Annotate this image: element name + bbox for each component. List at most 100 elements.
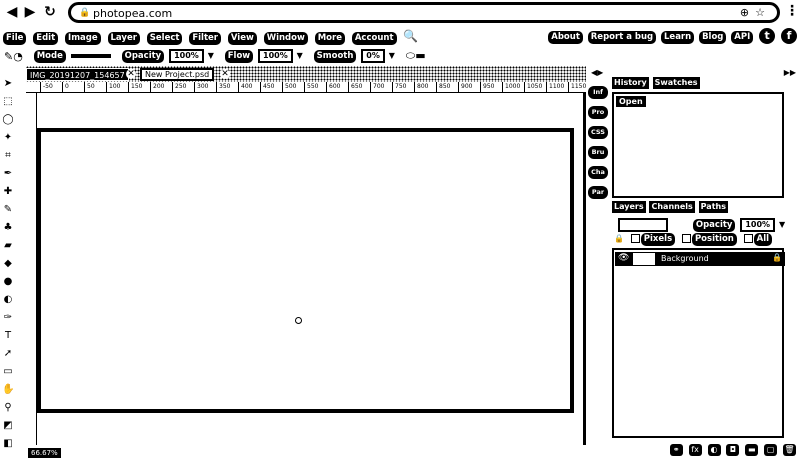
tab-channels[interactable]: Channels	[649, 201, 695, 213]
tab-new-project[interactable]: New Project.psd	[140, 68, 215, 81]
pen-tool-icon[interactable]: ✑	[2, 312, 14, 324]
lock-pixels-checkbox[interactable]	[630, 234, 640, 243]
clone-stamp-tool-icon[interactable]: ♣	[2, 222, 14, 234]
mini-panels: ◀▶ Inf Pro CSS Bru Cha Par	[586, 66, 612, 461]
menu-about[interactable]: About	[548, 30, 583, 44]
flow-input[interactable]: 100%	[258, 49, 293, 63]
lasso-tool-icon[interactable]: ◯	[2, 114, 14, 126]
tab-swatches[interactable]: Swatches	[652, 77, 700, 89]
menu-window[interactable]: Window	[263, 32, 308, 45]
menu-filter[interactable]: Filter	[189, 32, 221, 45]
pressure-toggle-icon[interactable]: ⬭▬	[406, 49, 426, 63]
search-icon[interactable]: 🔍	[403, 29, 418, 43]
layer-opacity-input[interactable]: 100%	[740, 218, 776, 232]
brush-panel-button[interactable]: Bru	[588, 146, 608, 159]
type-tool-icon[interactable]: T	[2, 330, 14, 342]
ruler-tick-label: 600	[326, 82, 340, 92]
back-button[interactable]: ◀	[4, 4, 20, 20]
menu-edit[interactable]: Edit	[33, 32, 59, 45]
blur-tool-icon[interactable]: ●	[2, 276, 14, 288]
info-panel-button[interactable]: Inf	[588, 86, 608, 99]
crop-tool-icon[interactable]: ⌗	[2, 150, 14, 162]
history-item-open[interactable]: Open	[616, 96, 646, 107]
layers-scrollbar[interactable]	[786, 250, 796, 438]
color-swatches-icon[interactable]: ◩	[2, 420, 14, 432]
flow-dropdown-icon[interactable]: ▼	[297, 51, 303, 60]
address-bar-icons[interactable]: ⊕☆	[740, 6, 771, 19]
close-tab-icon[interactable]: ✕	[126, 69, 136, 79]
menu-select[interactable]: Select	[146, 32, 183, 45]
paragraph-panel-button[interactable]: Par	[588, 186, 608, 199]
menu-layer[interactable]: Layer	[107, 32, 140, 45]
eyedropper-tool-icon[interactable]: ✒	[2, 168, 14, 180]
adjustment-layer-icon[interactable]: ◐	[707, 444, 721, 456]
opacity-input[interactable]: 100%	[169, 49, 204, 63]
smooth-dropdown-icon[interactable]: ▼	[389, 51, 395, 60]
brush-preset-icon[interactable]: ✎◔	[4, 50, 23, 63]
menu-account[interactable]: Account	[351, 32, 397, 45]
menu-report-bug[interactable]: Report a bug	[587, 30, 657, 44]
shape-tool-icon[interactable]: ▭	[2, 366, 14, 378]
new-group-icon[interactable]: ▬	[745, 444, 759, 456]
visibility-eye-icon[interactable]: 👁	[618, 253, 629, 263]
eraser-tool-icon[interactable]: ▰	[2, 240, 14, 252]
smooth-input[interactable]: 0%	[361, 49, 385, 63]
link-layers-icon[interactable]: ⚭	[669, 444, 683, 456]
ruler-tick-label: 100	[106, 82, 120, 92]
url-text: photopea.com	[93, 7, 173, 20]
document-canvas[interactable]	[37, 128, 574, 413]
collapse-icon[interactable]: ◀▶	[591, 68, 603, 77]
healing-tool-icon[interactable]: ✚	[2, 186, 14, 198]
layer-opacity-dropdown-icon[interactable]: ▼	[779, 220, 785, 229]
fill-tool-icon[interactable]: ◆	[2, 258, 14, 270]
lock-all-checkbox[interactable]	[743, 234, 753, 243]
character-panel-button[interactable]: Cha	[588, 166, 608, 179]
new-layer-icon[interactable]: ▢	[764, 444, 778, 456]
tab-history[interactable]: History	[612, 77, 649, 89]
delete-layer-icon[interactable]: 🗑	[783, 444, 796, 456]
tab-img-20191207[interactable]: IMG_20191207_154657	[26, 68, 129, 81]
marquee-tool-icon[interactable]: ⬚	[2, 96, 14, 108]
zoom-level[interactable]: 66.67%	[28, 448, 61, 458]
move-tool-icon[interactable]: ➤	[2, 78, 14, 90]
lock-icon: 🔒	[614, 234, 624, 243]
menu-more[interactable]: More	[314, 32, 345, 45]
magic-wand-tool-icon[interactable]: ✦	[2, 132, 14, 144]
css-panel-button[interactable]: CSS	[588, 126, 608, 139]
dodge-tool-icon[interactable]: ◐	[2, 294, 14, 306]
opacity-dropdown-icon[interactable]: ▼	[208, 51, 214, 60]
vertical-ruler	[26, 93, 37, 445]
tab-paths[interactable]: Paths	[698, 201, 728, 213]
hand-tool-icon[interactable]: ✋	[2, 384, 14, 396]
zoom-tool-icon[interactable]: ⚲	[2, 402, 14, 414]
facebook-icon[interactable]: f	[781, 28, 797, 44]
address-bar[interactable]: 🔒 photopea.com ⊕☆	[68, 2, 780, 23]
blend-mode-select[interactable]	[618, 218, 668, 232]
layer-mask-icon[interactable]: ◘	[726, 444, 740, 456]
menu-blog[interactable]: Blog	[699, 30, 727, 44]
ruler-tick-label: 150	[128, 82, 142, 92]
quick-mask-icon[interactable]: ◧	[2, 438, 14, 450]
tab-layers[interactable]: Layers	[612, 201, 646, 213]
collapse-panel-icon[interactable]: ▶▶	[784, 68, 796, 77]
path-select-tool-icon[interactable]: ➚	[2, 348, 14, 360]
reload-button[interactable]: ↻	[42, 4, 58, 20]
twitter-icon[interactable]: t	[759, 28, 776, 44]
menu-api[interactable]: API	[731, 30, 754, 44]
menu-image[interactable]: Image	[65, 32, 101, 45]
layers-actions: ⚭ fx ◐ ◘ ▬ ▢ 🗑	[667, 444, 796, 456]
menu-learn[interactable]: Learn	[661, 30, 695, 44]
canvas-area[interactable]	[37, 93, 586, 445]
mode-select[interactable]	[70, 53, 111, 58]
layer-effects-icon[interactable]: fx	[688, 444, 702, 456]
close-tab-icon[interactable]: ✕	[220, 69, 230, 79]
menu-view[interactable]: View	[227, 32, 257, 45]
forward-button[interactable]: ▶	[22, 4, 38, 20]
lock-position-checkbox[interactable]	[681, 234, 691, 243]
history-scrollbar[interactable]	[786, 94, 796, 198]
menu-file[interactable]: File	[3, 32, 27, 45]
properties-panel-button[interactable]: Pro	[588, 106, 608, 119]
browser-menu-icon[interactable]: ⋮	[785, 3, 799, 19]
brush-tool-icon[interactable]: ✎	[2, 204, 14, 216]
layer-row-background[interactable]: 👁 Background 🔒	[615, 252, 785, 266]
